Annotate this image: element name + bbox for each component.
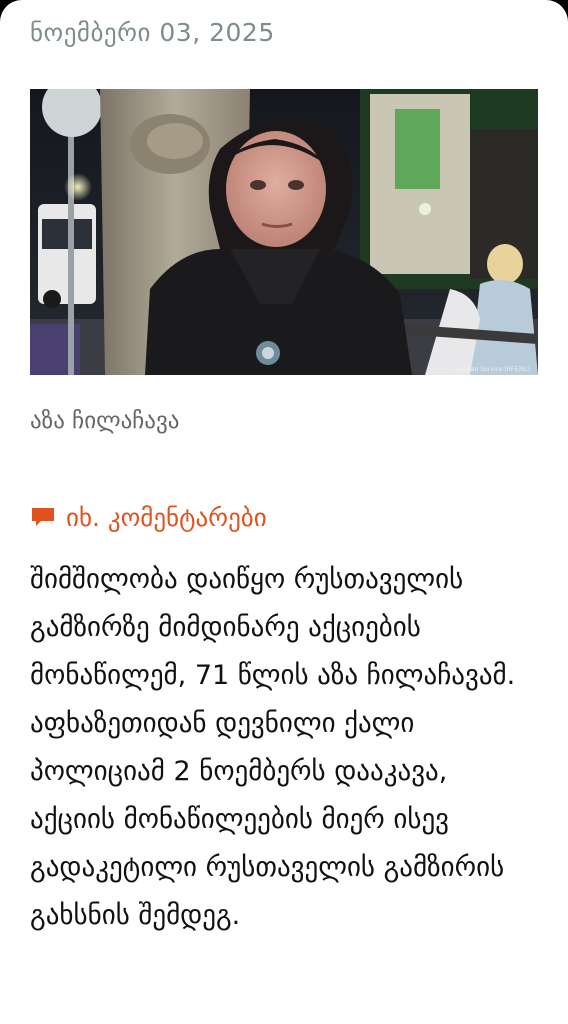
post-date: ნოემბერი 03, 2025	[30, 18, 275, 47]
article-photo[interactable]: Georgian Service (RFE/RL)	[30, 89, 538, 375]
screen: ნოემბერი 03, 2025 Georgian Service (RFE/…	[0, 0, 568, 1024]
article-body-text: შიმშილობა დაიწყო რუსთაველის გამზირზე მიმ…	[30, 564, 516, 931]
photo-woman-portrait: Georgian Service (RFE/RL)	[30, 89, 538, 375]
photo-credit: Georgian Service (RFE/RL)	[451, 366, 530, 373]
comment-icon	[30, 504, 56, 530]
photo-caption: აზა ჩილაჩავა	[30, 408, 180, 434]
article-card: ნოემბერი 03, 2025 Georgian Service (RFE/…	[0, 0, 568, 1024]
view-comments-link[interactable]: იხ. კომენტარები	[30, 498, 267, 536]
view-comments-label: იხ. კომენტარები	[66, 502, 267, 532]
